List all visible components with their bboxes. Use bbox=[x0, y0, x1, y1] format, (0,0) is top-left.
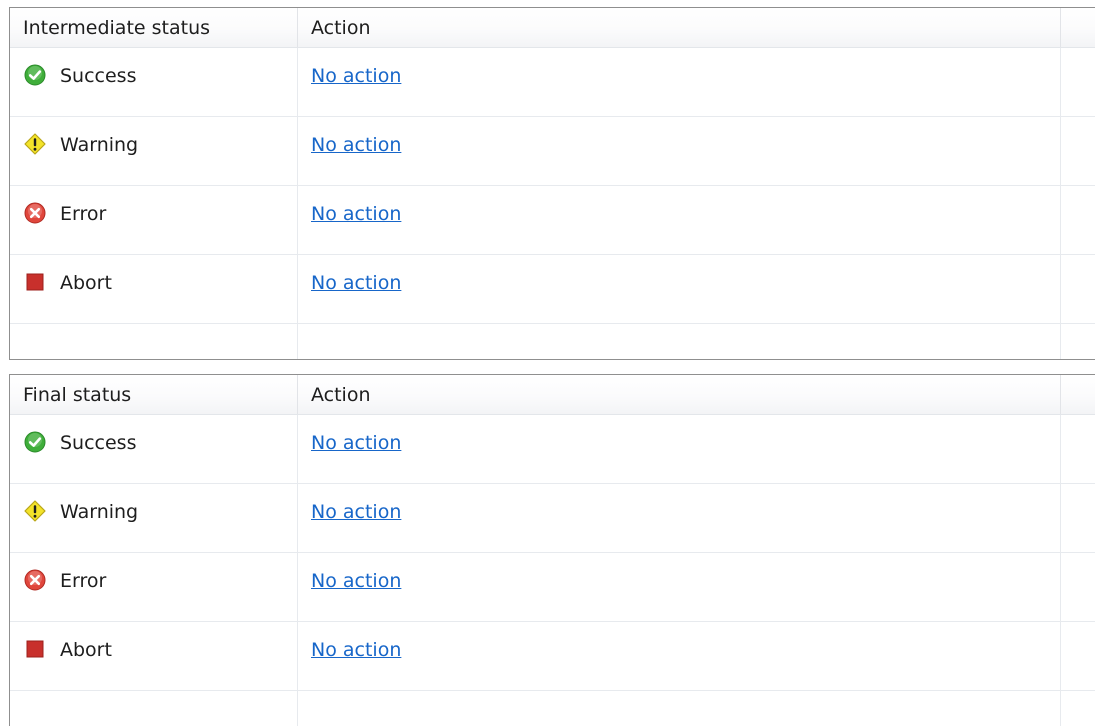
status-cell: Error bbox=[10, 553, 298, 621]
filler-cell bbox=[1061, 255, 1095, 323]
success-icon bbox=[24, 64, 46, 86]
status-cell: Error bbox=[10, 186, 298, 254]
empty-cell bbox=[10, 324, 298, 359]
filler-cell bbox=[1061, 622, 1095, 690]
status-cell: Success bbox=[10, 415, 298, 483]
filler-cell bbox=[1061, 691, 1095, 726]
table-row-abort[interactable]: Abort No action bbox=[10, 622, 1095, 691]
status-label: Abort bbox=[60, 639, 112, 661]
empty-cell bbox=[10, 691, 298, 726]
intermediate-status-grid: Intermediate status Action Success No ac… bbox=[9, 7, 1095, 360]
action-link[interactable]: No action bbox=[311, 431, 401, 455]
filler-cell bbox=[1061, 553, 1095, 621]
action-link[interactable]: No action bbox=[311, 64, 401, 88]
column-header-intermediate-status[interactable]: Intermediate status bbox=[10, 8, 298, 47]
status-cell: Abort bbox=[10, 622, 298, 690]
warning-icon bbox=[24, 500, 46, 522]
action-cell: No action bbox=[298, 622, 1061, 690]
action-cell: No action bbox=[298, 255, 1061, 323]
action-link[interactable]: No action bbox=[311, 202, 401, 226]
column-header-final-status[interactable]: Final status bbox=[10, 375, 298, 414]
column-header-filler bbox=[1061, 8, 1095, 47]
success-icon bbox=[24, 431, 46, 453]
status-label: Warning bbox=[60, 501, 139, 523]
action-cell: No action bbox=[298, 117, 1061, 185]
column-header-filler bbox=[1061, 375, 1095, 414]
filler-cell bbox=[1061, 324, 1095, 359]
error-icon bbox=[24, 569, 46, 591]
table-row-error[interactable]: Error No action bbox=[10, 186, 1095, 255]
table-row-success[interactable]: Success No action bbox=[10, 415, 1095, 484]
empty-row bbox=[10, 691, 1095, 726]
grid-header: Final status Action bbox=[10, 375, 1095, 415]
status-label: Warning bbox=[60, 134, 139, 156]
action-cell: No action bbox=[298, 186, 1061, 254]
table-row-success[interactable]: Success No action bbox=[10, 48, 1095, 117]
status-cell: Warning bbox=[10, 117, 298, 185]
action-link[interactable]: No action bbox=[311, 271, 401, 295]
status-cell: Abort bbox=[10, 255, 298, 323]
status-label: Error bbox=[60, 203, 107, 225]
table-row-error[interactable]: Error No action bbox=[10, 553, 1095, 622]
abort-icon bbox=[24, 271, 46, 293]
status-cell: Warning bbox=[10, 484, 298, 552]
filler-cell bbox=[1061, 484, 1095, 552]
table-row-warning[interactable]: Warning No action bbox=[10, 117, 1095, 186]
status-label: Error bbox=[60, 570, 107, 592]
warning-icon bbox=[24, 133, 46, 155]
filler-cell bbox=[1061, 48, 1095, 116]
filler-cell bbox=[1061, 117, 1095, 185]
status-label: Success bbox=[60, 432, 137, 454]
final-status-grid: Final status Action Success No action Wa… bbox=[9, 374, 1095, 726]
status-label: Abort bbox=[60, 272, 112, 294]
empty-row bbox=[10, 324, 1095, 359]
error-icon bbox=[24, 202, 46, 224]
filler-cell bbox=[1061, 415, 1095, 483]
action-cell: No action bbox=[298, 553, 1061, 621]
column-header-action[interactable]: Action bbox=[298, 375, 1061, 414]
column-header-action[interactable]: Action bbox=[298, 8, 1061, 47]
action-link[interactable]: No action bbox=[311, 133, 401, 157]
filler-cell bbox=[1061, 186, 1095, 254]
grid-header: Intermediate status Action bbox=[10, 8, 1095, 48]
action-link[interactable]: No action bbox=[311, 569, 401, 593]
empty-cell bbox=[298, 691, 1061, 726]
abort-icon bbox=[24, 638, 46, 660]
action-link[interactable]: No action bbox=[311, 638, 401, 662]
action-cell: No action bbox=[298, 415, 1061, 483]
action-link[interactable]: No action bbox=[311, 500, 401, 524]
empty-cell bbox=[298, 324, 1061, 359]
action-cell: No action bbox=[298, 48, 1061, 116]
action-cell: No action bbox=[298, 484, 1061, 552]
table-row-abort[interactable]: Abort No action bbox=[10, 255, 1095, 324]
status-cell: Success bbox=[10, 48, 298, 116]
status-label: Success bbox=[60, 65, 137, 87]
table-row-warning[interactable]: Warning No action bbox=[10, 484, 1095, 553]
